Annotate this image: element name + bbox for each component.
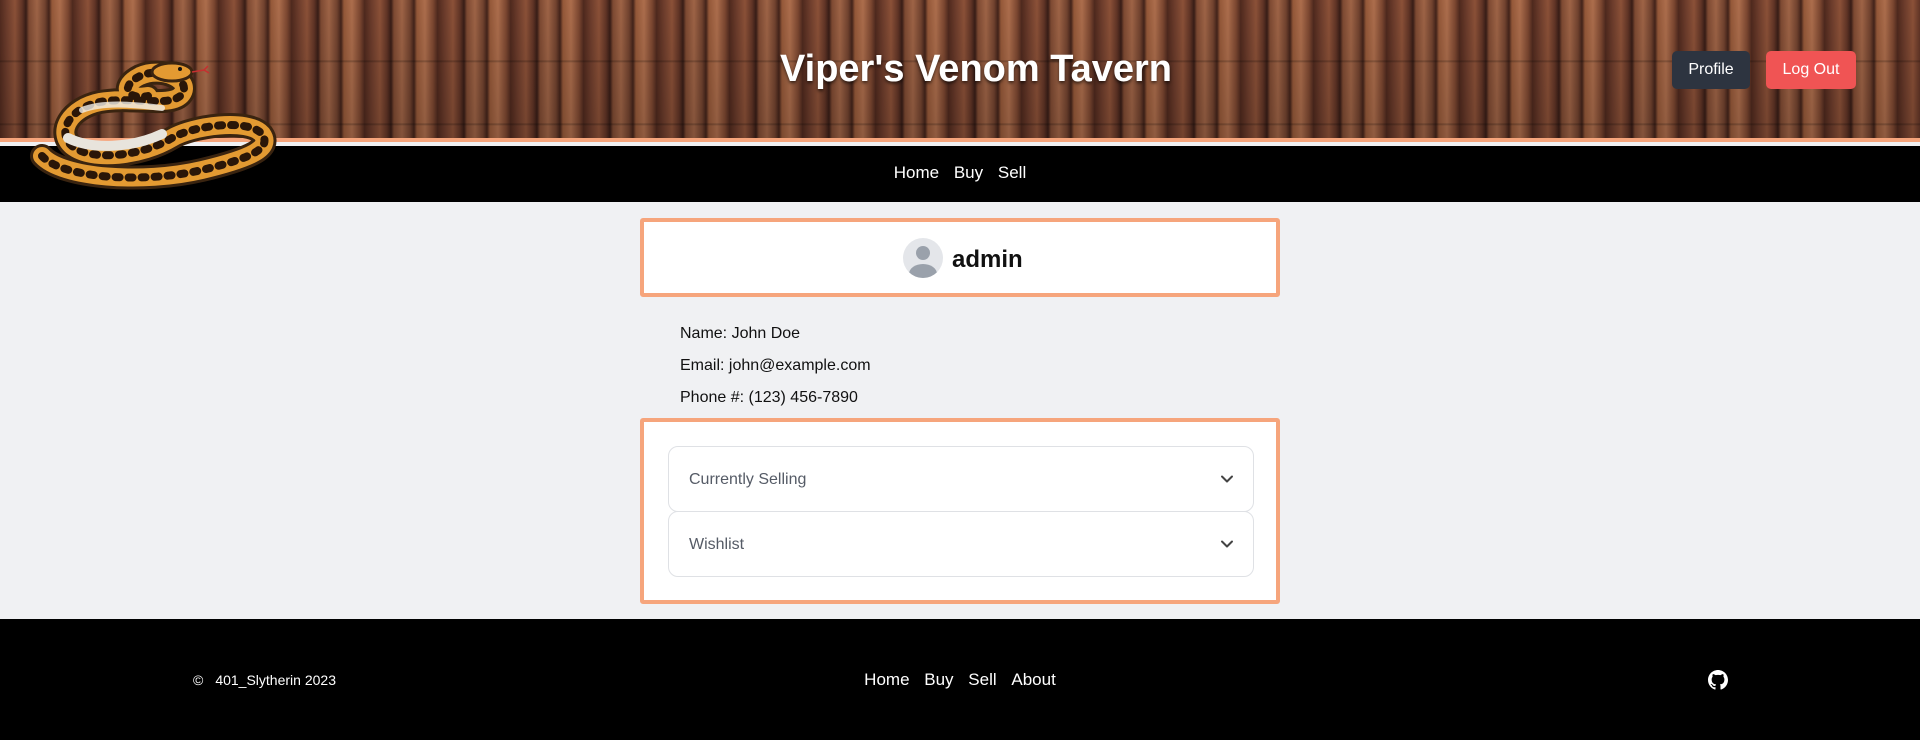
avatar-icon xyxy=(903,238,943,278)
chevron-down-icon[interactable] xyxy=(1219,471,1235,487)
username: admin xyxy=(952,246,1023,273)
nav-item-home[interactable]: Home xyxy=(894,163,939,182)
site-header: Viper's Venom Tavern Profile Log Out xyxy=(0,0,1920,142)
accordion-label: Currently Selling xyxy=(689,471,807,488)
footer-link-buy[interactable]: Buy xyxy=(924,670,953,689)
github-icon[interactable] xyxy=(1708,670,1728,690)
accordion-currently-selling[interactable]: Currently Selling xyxy=(668,446,1254,512)
footer-links: Home Buy Sell About xyxy=(0,670,1920,690)
accordion-label: Wishlist xyxy=(689,536,745,553)
chevron-down-icon[interactable] xyxy=(1219,536,1235,552)
profile-phone: Phone #: (123) 456-7890 xyxy=(680,389,858,406)
accordion-wishlist[interactable]: Wishlist xyxy=(668,511,1254,577)
profile-button[interactable]: Profile xyxy=(1672,51,1750,89)
nav-links: Home Buy Sell xyxy=(0,163,1920,183)
site-title: Viper's Venom Tavern xyxy=(779,48,1173,90)
nav-item-sell[interactable]: Sell xyxy=(998,163,1026,182)
nav-item-buy[interactable]: Buy xyxy=(954,163,983,182)
profile-email: Email: john@example.com xyxy=(680,357,871,374)
footer-link-about[interactable]: About xyxy=(1011,670,1055,689)
logout-button[interactable]: Log Out xyxy=(1766,51,1856,89)
main-nav: Home Buy Sell xyxy=(0,146,1920,202)
footer-link-sell[interactable]: Sell xyxy=(968,670,996,689)
footer-link-home[interactable]: Home xyxy=(864,670,909,689)
profile-header-card: admin xyxy=(640,218,1280,297)
profile-lists-card: Currently Selling Wishlist xyxy=(640,418,1280,604)
snake-logo[interactable] xyxy=(22,38,284,190)
site-footer: © 401_Slytherin 2023 Home Buy Sell About xyxy=(0,619,1920,740)
profile-name: Name: John Doe xyxy=(680,325,801,342)
